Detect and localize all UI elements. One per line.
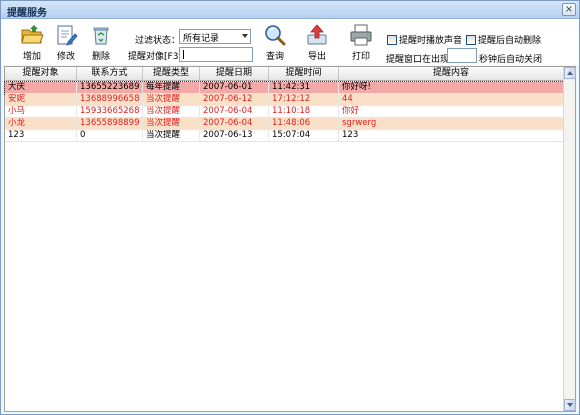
cell-time: 11:10:18 [269,106,339,117]
arrow-up-icon [567,71,573,75]
cell-date: 2007-06-04 [200,106,269,117]
edit-button[interactable]: 修改 [49,23,83,63]
column-header-time[interactable]: 提醒时间 [269,67,339,81]
cell-contact: 13655898899 [77,118,143,129]
delete-label: 删除 [91,52,110,62]
cell-object: 123 [5,130,77,141]
cell-object: 大庆 [5,82,77,93]
scroll-track[interactable] [564,79,575,399]
edit-document-icon [57,25,78,46]
close-button[interactable]: × [562,3,576,16]
export-button[interactable]: 导出 [300,23,334,63]
table-row[interactable]: 小马 15933665268 当次提醒 2007-06-04 11:10:18 你好 [5,106,564,118]
interval-seconds-input[interactable] [447,48,477,63]
column-header-content[interactable]: 提醒内容 [339,67,564,81]
folder-open-icon [21,25,44,44]
export-label: 导出 [307,52,326,62]
dropdown-arrow-icon[interactable] [242,34,248,38]
vertical-scrollbar[interactable] [563,67,576,411]
title-bar[interactable]: 提醒服务 × [1,1,579,19]
cell-date: 2007-06-04 [200,118,269,129]
cell-contact: 15933665268 [77,106,143,117]
cell-time: 11:48:06 [269,118,339,129]
play-sound-checkbox[interactable]: 提醒时播放声音 [387,33,462,46]
text-caret [183,50,184,59]
filter-status-value: 所有记录 [183,34,220,44]
cell-object: 小马 [5,106,77,117]
cell-time: 17:12:12 [269,94,339,105]
cell-type: 当次提醒 [143,106,200,117]
checkbox-box[interactable] [387,34,397,45]
print-label: 打印 [351,52,370,62]
edit-label: 修改 [56,52,75,62]
cell-contact: 13655223689 [77,82,143,93]
table-row[interactable]: 大庆 13655223689 每年提醒 2007-06-01 11:42:31 你好呀! [4,81,565,95]
cell-date: 2007-06-12 [200,94,269,105]
table-header: 提醒对象 联系方式 提醒类型 提醒日期 提醒时间 提醒内容 [5,67,564,81]
export-icon [307,24,327,45]
query-button[interactable]: 查询 [258,23,292,63]
window-title: 提醒服务 [7,8,47,19]
toolbar: 增加 修改 删除 查询 导出 打印 过滤状态： 所有记录 提醒对像[F3] 提醒… [1,19,579,65]
cell-date: 2007-06-13 [200,130,269,141]
magnifier-icon [265,25,286,46]
print-button[interactable]: 打印 [344,23,378,63]
cell-content: sgrwerg [339,118,564,129]
cell-type: 当次提醒 [143,130,200,141]
cell-content: 123 [339,130,564,141]
cell-content: 44 [339,94,564,105]
cell-date: 2007-06-01 [200,82,269,93]
cell-content: 你好 [339,106,564,117]
printer-icon [350,24,372,46]
recycle-bin-icon [93,27,109,45]
table-row[interactable]: 123 0 当次提醒 2007-06-13 15:07:04 123 [5,130,564,142]
cell-contact: 13688996658 [77,94,143,105]
interval-label: 提醒窗口在出现 [386,55,450,65]
column-header-object[interactable]: 提醒对象 [5,67,77,81]
filter-status-select[interactable]: 所有记录 [179,29,251,44]
cell-type: 当次提醒 [143,118,200,129]
arrow-down-icon [567,403,573,407]
reminder-service-window: 提醒服务 × 增加 修改 删除 查询 导出 打印 过滤状态： 所有记录 提醒对像… [0,0,580,415]
filter-status-label: 过滤状态： [135,36,181,46]
reminder-table: 提醒对象 联系方式 提醒类型 提醒日期 提醒时间 提醒内容 大庆 13655223… [4,66,576,412]
column-header-type[interactable]: 提醒类型 [143,67,200,81]
column-header-date[interactable]: 提醒日期 [200,67,269,81]
table-row[interactable]: 小龙 13655898899 当次提醒 2007-06-04 11:48:06 sgrwe… [5,118,564,130]
add-label: 增加 [22,52,41,62]
scroll-down-button[interactable] [564,399,576,411]
scroll-up-button[interactable] [564,67,576,79]
cell-time: 15:07:04 [269,130,339,141]
cell-type: 当次提醒 [143,94,200,105]
play-sound-label: 提醒时播放声音 [399,36,463,46]
auto-delete-checkbox[interactable]: 提醒后自动删除 [466,33,541,46]
cell-object: 小龙 [5,118,77,129]
table-row[interactable]: 安妮 13688996658 当次提醒 2007-06-12 17:12:12 44 [5,94,564,106]
reminder-object-input[interactable] [179,47,253,62]
checkbox-box[interactable] [466,34,476,45]
cell-time: 11:42:31 [269,82,339,93]
auto-delete-label: 提醒后自动删除 [478,36,542,46]
cell-object: 安妮 [5,94,77,105]
cell-content: 你好呀! [339,82,564,93]
column-header-contact[interactable]: 联系方式 [77,67,143,81]
interval-suffix: 秒钟后自动关闭 [479,55,543,65]
delete-button[interactable]: 删除 [84,23,118,63]
cell-type: 每年提醒 [143,82,200,93]
reminder-object-label: 提醒对像[F3] [128,52,182,62]
cell-contact: 0 [77,130,143,141]
query-label: 查询 [265,52,284,62]
add-button[interactable]: 增加 [15,23,49,63]
